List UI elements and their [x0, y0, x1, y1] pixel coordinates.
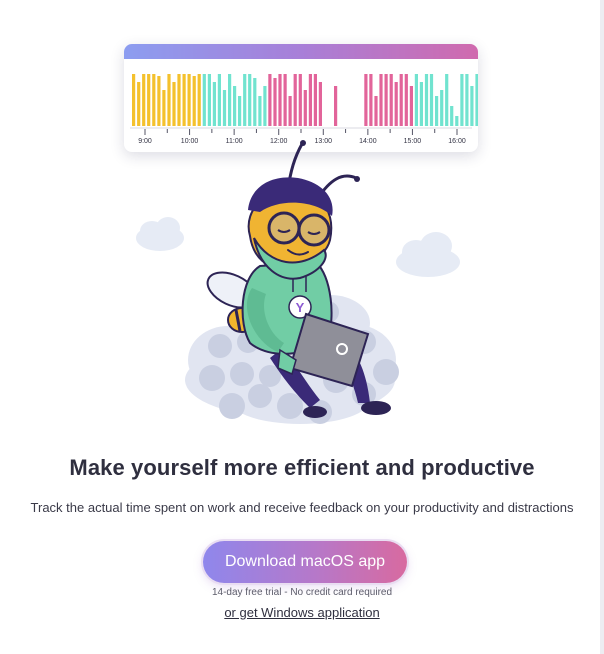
activity-bar-neutral	[207, 74, 211, 126]
activity-bar-productive	[132, 74, 136, 126]
activity-bar-distracting	[293, 74, 297, 126]
activity-bar-neutral	[228, 74, 232, 126]
activity-bar-neutral	[217, 74, 221, 126]
timeline-bars	[132, 74, 478, 126]
bee-mascot-illustration: Y	[136, 140, 460, 424]
activity-bar-neutral	[435, 96, 439, 126]
activity-bar-productive	[177, 74, 181, 126]
activity-bar-distracting	[313, 74, 317, 126]
activity-bar-distracting	[384, 74, 388, 126]
activity-bar-distracting	[318, 82, 322, 126]
activity-bar-neutral	[212, 82, 216, 126]
activity-bar-distracting	[334, 86, 338, 126]
activity-bar-neutral	[445, 74, 449, 126]
activity-bar-productive	[147, 74, 151, 126]
badge-letter: Y	[296, 300, 305, 315]
page-headline: Make yourself more efficient and product…	[69, 455, 535, 480]
activity-bar-productive	[187, 74, 191, 126]
cloud-right	[396, 232, 460, 277]
activity-bar-neutral	[460, 74, 464, 126]
activity-bar-productive	[152, 74, 156, 126]
activity-bar-distracting	[364, 74, 368, 126]
activity-bar-distracting	[379, 74, 383, 126]
activity-bar-neutral	[222, 90, 227, 126]
activity-bar-neutral	[419, 82, 423, 126]
activity-bar-neutral	[263, 86, 267, 126]
activity-bar-productive	[182, 74, 186, 126]
activity-bar-neutral	[475, 74, 478, 126]
activity-bar-distracting	[399, 74, 403, 126]
page-subtitle: Track the actual time spent on work and …	[30, 500, 574, 515]
activity-bar-distracting	[288, 96, 292, 126]
activity-bar-productive	[192, 76, 196, 126]
activity-bar-distracting	[268, 74, 272, 126]
activity-bar-neutral	[440, 90, 444, 126]
activity-bar-distracting	[303, 90, 307, 126]
activity-bar-productive	[167, 74, 171, 126]
activity-bar-distracting	[308, 74, 312, 126]
activity-bar-distracting	[278, 74, 282, 126]
activity-timeline-card: 9:00 10:00 11:00 12:00 13:00 14:00 15:00 16:00	[124, 44, 478, 152]
activity-bar-distracting	[394, 82, 398, 126]
activity-bar-productive	[162, 90, 166, 126]
activity-bar-neutral	[424, 74, 429, 126]
activity-bar-productive	[137, 82, 141, 126]
activity-bar-neutral	[202, 74, 206, 126]
activity-bar-productive	[197, 74, 201, 126]
activity-bar-neutral	[450, 106, 454, 126]
activity-bar-distracting	[409, 86, 413, 126]
activity-bar-neutral	[465, 74, 469, 126]
activity-bar-neutral	[233, 86, 237, 126]
activity-bar-distracting	[298, 74, 302, 126]
activity-bar-neutral	[429, 74, 434, 126]
activity-bar-productive	[142, 74, 146, 126]
activity-bar-distracting	[283, 74, 287, 126]
timeline-header-gradient	[124, 44, 478, 59]
activity-bar-neutral	[258, 96, 262, 126]
download-macos-button[interactable]: Download macOS app	[203, 541, 407, 583]
activity-bar-neutral	[455, 116, 459, 126]
activity-bar-neutral	[248, 74, 252, 126]
timeline-ticks	[144, 129, 458, 135]
activity-bar-neutral	[414, 74, 418, 126]
activity-bar-distracting	[374, 96, 378, 126]
cloud-left	[136, 217, 184, 251]
activity-bar-distracting	[389, 74, 393, 126]
activity-bar-distracting	[273, 78, 277, 126]
activity-bar-productive	[172, 82, 176, 126]
trial-note: 14-day free trial - No credit card requi…	[211, 587, 393, 598]
activity-bar-neutral	[470, 86, 474, 126]
activity-bar-neutral	[253, 78, 257, 126]
activity-bar-productive	[157, 76, 161, 126]
page-right-border	[600, 0, 604, 654]
activity-bar-neutral	[238, 96, 242, 126]
windows-download-link[interactable]: or get Windows application	[0, 605, 604, 620]
activity-bar-distracting	[369, 74, 373, 126]
activity-bar-distracting	[404, 74, 408, 126]
activity-bar-neutral	[243, 74, 247, 126]
